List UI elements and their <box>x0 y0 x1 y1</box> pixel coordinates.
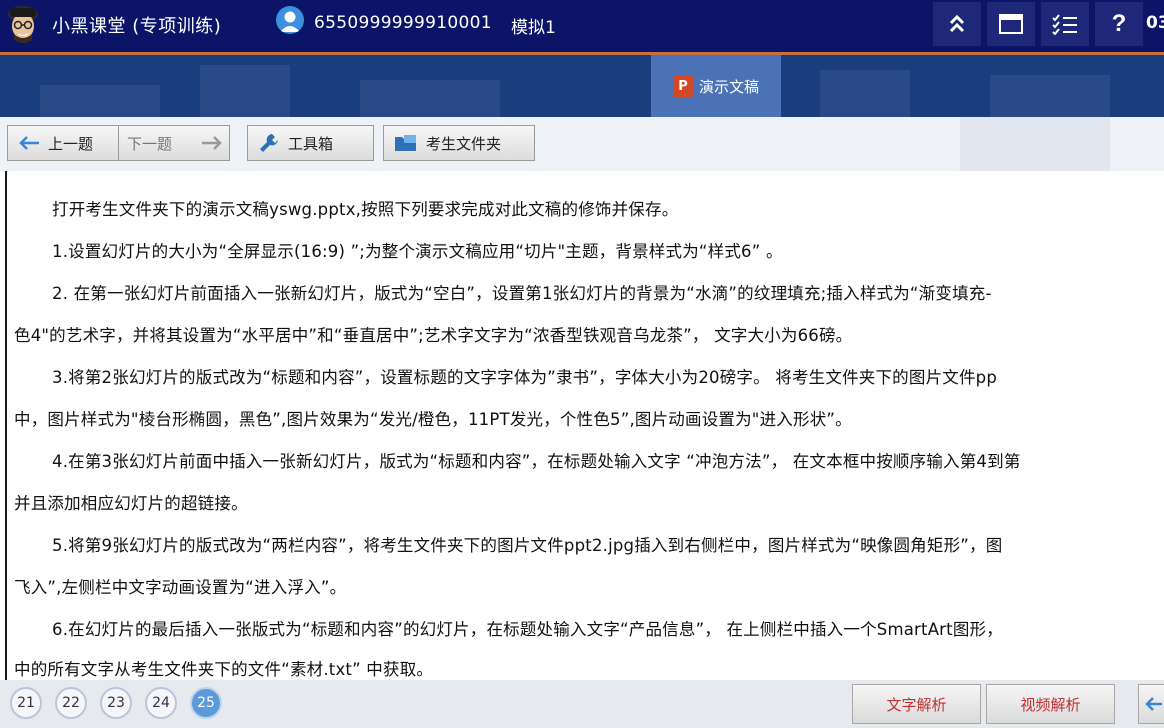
text-analysis-button[interactable]: 文字解析 <box>852 684 981 724</box>
collapse-icon <box>949 14 965 33</box>
exam-folder-label: 考生文件夹 <box>426 134 502 153</box>
user-icon <box>276 6 304 34</box>
video-analysis-button[interactable]: 视频解析 <box>986 684 1115 724</box>
question-step-cont: 色4"的艺术字，并将其设置为“水平居中”和“垂直居中”;艺术字文字为“浓香型铁观… <box>14 326 853 345</box>
question-intro: 打开考生文件夹下的演示文稿yswg.pptx,按照下列要求完成对此文稿的修饰并保… <box>52 200 679 219</box>
help-icon: ? <box>1111 10 1127 37</box>
question-step: 6.在幻灯片的最后插入一张版式为“标题和内容”的幻灯片，在标题处输入文字“产品信… <box>52 620 1003 639</box>
checklist-icon <box>1052 14 1077 35</box>
question-number-21[interactable]: 21 <box>10 687 42 719</box>
question-number-24[interactable]: 24 <box>145 687 177 719</box>
question-step: 3.将第2张幻灯片的版式改为“标题和内容”，设置标题的文字字体为”隶书”，字体大… <box>52 368 998 387</box>
collapse-button[interactable] <box>932 2 981 46</box>
app-title: 小黑课堂 (专项训练) <box>52 16 222 37</box>
question-number-25-current[interactable]: 25 <box>190 687 222 719</box>
question-content: 打开考生文件夹下的演示文稿yswg.pptx,按照下列要求完成对此文稿的修饰并保… <box>5 171 1164 680</box>
bottom-bar: 21 22 23 24 25 文字解析 视频解析 <box>0 680 1164 728</box>
question-number-23[interactable]: 23 <box>100 687 132 719</box>
next-question-button[interactable]: 下一题 <box>118 125 230 161</box>
ppt-icon: P <box>672 75 693 97</box>
avatar-logo-icon <box>8 6 38 43</box>
question-step: 4.在第3张幻灯片前面中插入一张新幻灯片，版式为“标题和内容”，在标题处输入文字… <box>52 452 1021 471</box>
tab-presentation[interactable]: P 演示文稿 <box>651 55 781 117</box>
question-step: 5.将第9张幻灯片的版式改为“两栏内容”，将考生文件夹下的图片文件ppt2.jp… <box>52 536 1003 555</box>
question-step-cont: 中，图片样式为"棱台形椭圆，黑色”,图片效果为“发光/橙色，11PT发光，个性色… <box>14 410 852 429</box>
question-step-cont: 飞入”,左侧栏中文字动画设置为“进入浮入”。 <box>14 578 347 597</box>
prev-question-button[interactable]: 上一题 <box>7 125 119 161</box>
question-step: 1.设置幻灯片的大小为“全屏显示(16:9) ”;为整个演示文稿应用“切片"主题… <box>52 242 783 261</box>
question-list-button[interactable] <box>1040 2 1089 46</box>
timer-clipped: 03 <box>1146 13 1164 33</box>
question-step: 2. 在第一张幻灯片前面插入一张新幻灯片，版式为“空白”，设置第1张幻灯片的背景… <box>52 284 992 303</box>
toolbox-button[interactable]: 工具箱 <box>247 125 374 161</box>
prev-question-label: 上一题 <box>48 134 94 153</box>
module-banner: P 演示文稿 <box>0 55 1164 117</box>
window-icon <box>999 14 1023 34</box>
tab-presentation-label: 演示文稿 <box>698 77 759 96</box>
help-button[interactable]: ? <box>1094 2 1143 46</box>
collapse-panel-button[interactable] <box>1138 684 1164 724</box>
question-number-22[interactable]: 22 <box>55 687 87 719</box>
next-question-label: 下一题 <box>127 134 173 153</box>
wrench-icon <box>260 134 278 152</box>
title-bar: 小黑课堂 (专项训练) 6550999999910001 模拟1 ? 03 <box>0 0 1164 52</box>
arrow-left-icon <box>19 136 39 150</box>
arrow-left-icon <box>1145 697 1162 711</box>
toolbar: 上一题 下一题 工具箱 考生文件夹 <box>0 117 1164 171</box>
folder-icon <box>395 135 416 151</box>
arrow-right-icon <box>202 136 222 150</box>
window-button[interactable] <box>986 2 1035 46</box>
user-id: 6550999999910001 <box>314 13 492 33</box>
exam-folder-button[interactable]: 考生文件夹 <box>383 125 535 161</box>
toolbox-label: 工具箱 <box>288 134 334 153</box>
question-step-cont: 中的所有文字从考生文件夹下的文件“素材.txt” 中获取。 <box>14 660 434 679</box>
exam-mode: 模拟1 <box>511 18 556 38</box>
question-step-cont: 并且添加相应幻灯片的超链接。 <box>14 494 248 513</box>
